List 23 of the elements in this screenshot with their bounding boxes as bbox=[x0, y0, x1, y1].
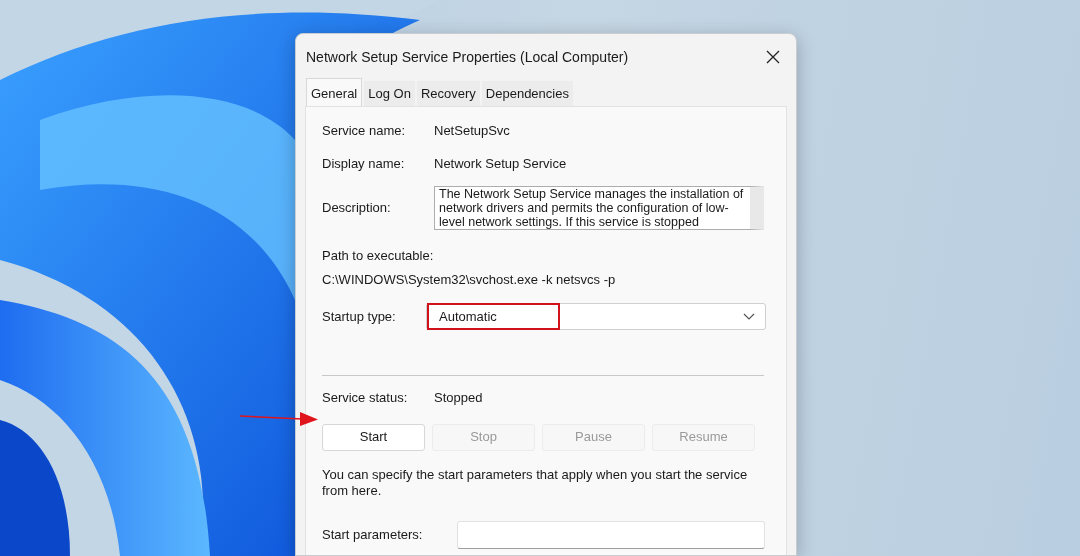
field-label: Display name: bbox=[322, 154, 406, 173]
path-value: C:\WINDOWS\System32\svchost.exe -k netsvcs -p bbox=[322, 270, 616, 289]
field-label: Start parameters: bbox=[322, 525, 424, 544]
help-text: You can specify the start parameters that apply when you start the service from here. bbox=[322, 466, 749, 499]
chevron-down-icon bbox=[743, 313, 755, 320]
dropdown-value: Automatic bbox=[427, 302, 560, 331]
service-button[interactable]: Start bbox=[322, 423, 425, 451]
tab[interactable]: General bbox=[306, 77, 363, 106]
field-label: Service name: bbox=[322, 122, 407, 140]
field-label: Service status: bbox=[322, 389, 409, 407]
field-label: Description: bbox=[322, 199, 392, 218]
field-label: Path to executable: bbox=[322, 247, 434, 265]
tab[interactable]: Recovery bbox=[416, 80, 480, 106]
startup-type-dropdown[interactable]: Automatic bbox=[426, 303, 766, 330]
field-value: NetSetupSvc bbox=[434, 122, 510, 140]
start-parameters-input[interactable] bbox=[457, 520, 765, 549]
field-value: Network Setup Service bbox=[434, 154, 567, 173]
description-field: The Network Setup Service manages the installation of network drivers and permits the configuration of low-level network settings. If this service is stopped bbox=[434, 186, 764, 230]
tab[interactable]: Dependencies bbox=[481, 80, 573, 106]
status-value: Stopped bbox=[434, 389, 483, 407]
window-title: Network Setup Service Properties (Local Computer) bbox=[306, 47, 629, 67]
tab[interactable]: Log On bbox=[364, 80, 415, 106]
field-label: Startup type: bbox=[322, 307, 397, 326]
